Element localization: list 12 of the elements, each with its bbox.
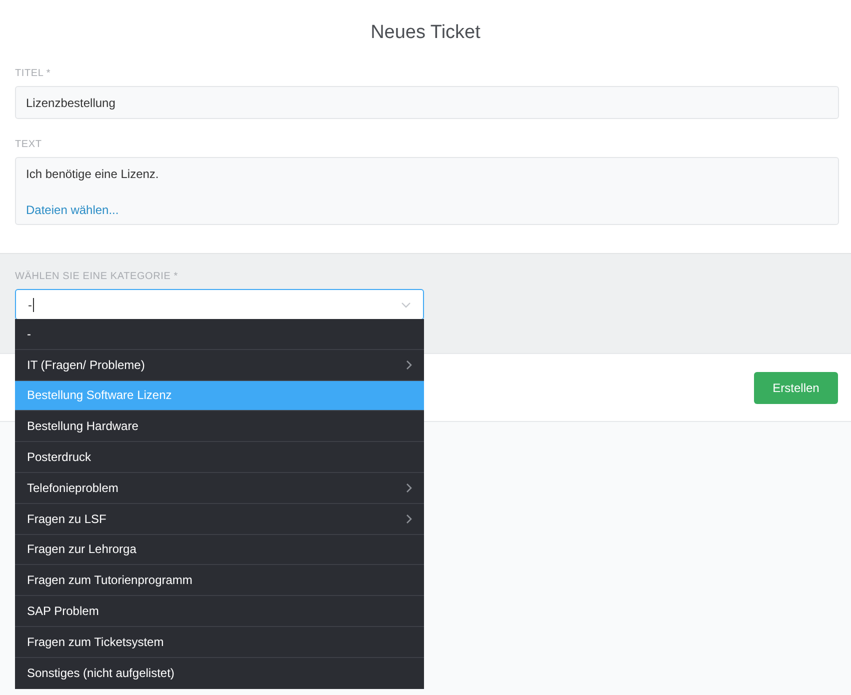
category-option[interactable]: Bestellung Hardware	[15, 411, 424, 442]
text-value: Ich benötige eine Lizenz.	[26, 167, 160, 181]
category-option[interactable]: Sonstiges (nicht aufgelistet)	[15, 658, 424, 689]
field-label: TITEL *	[15, 68, 52, 80]
title-input[interactable]: Lizenzbestellung	[15, 86, 839, 119]
page-title: Neues Ticket	[370, 21, 482, 45]
chevron-down-icon	[401, 302, 411, 308]
category-select[interactable]: -	[15, 289, 424, 320]
field-label: WÄHLEN SIE EINE KATEGORIE *	[15, 271, 179, 283]
category-option[interactable]: -	[15, 319, 424, 350]
field-label: TEXT	[15, 139, 43, 151]
text-area[interactable]: Ich benötige eine Lizenz. Dateien wählen...	[15, 157, 839, 225]
